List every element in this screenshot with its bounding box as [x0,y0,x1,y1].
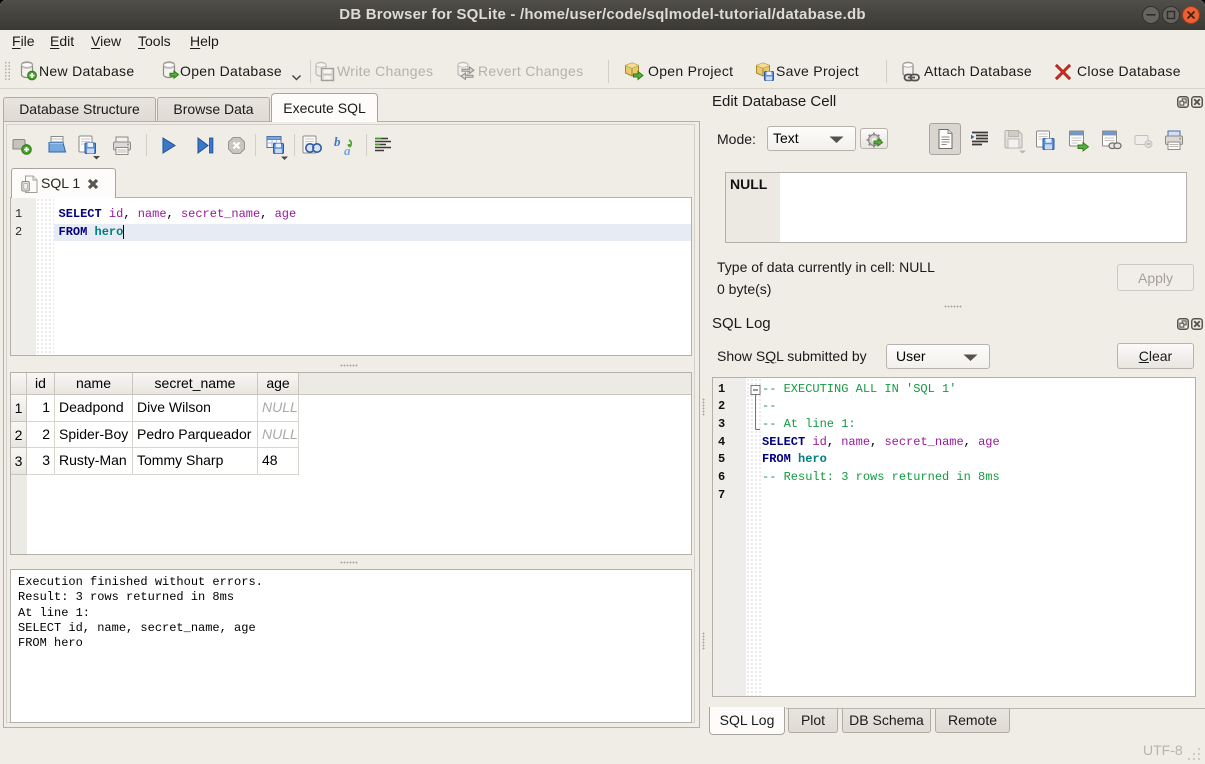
svg-text:b: b [334,134,341,149]
